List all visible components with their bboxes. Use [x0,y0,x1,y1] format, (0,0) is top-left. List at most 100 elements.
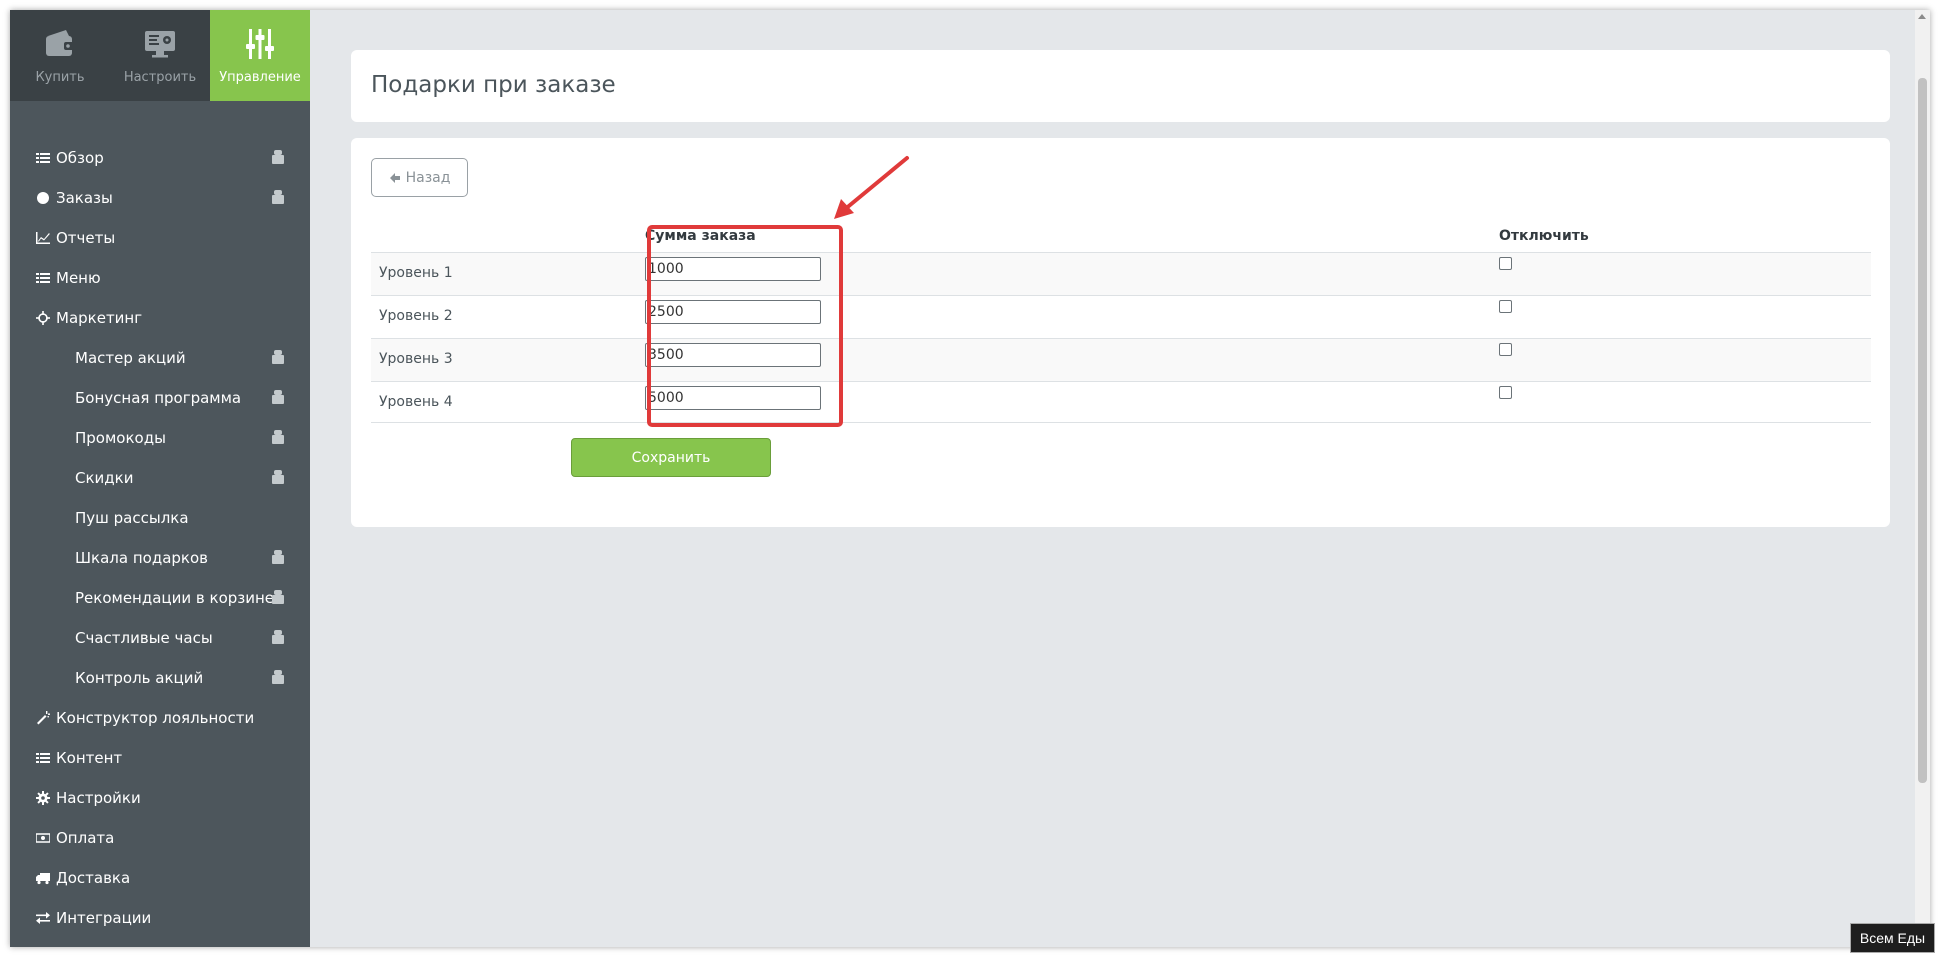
annotation-arrow-icon [834,156,909,219]
lock-icon [271,350,285,364]
sidebar-item-label: Меню [56,269,101,287]
sidebar-item-label: Шкала подарков [75,549,208,567]
lock-icon [271,670,285,684]
sliders-icon [240,24,280,64]
sidebar-item-label: Промокоды [75,429,166,447]
sidebar-item-bonus-program[interactable]: Бонусная программа [10,378,310,418]
level-label: Уровень 1 [379,265,453,281]
sidebar-item-menu[interactable]: Меню [10,258,310,298]
sidebar-item-label: Мастер акций [75,349,186,367]
sidebar-item-reports[interactable]: Отчеты [10,218,310,258]
sidebar-item-promo-control[interactable]: Контроль акций [10,658,310,698]
page-title: Подарки при заказе [371,72,616,98]
scrollbar-thumb[interactable] [1918,78,1927,783]
table-row: Уровень 3 [371,338,1871,381]
money-icon [35,830,51,846]
title-card: Подарки при заказе [351,50,1890,122]
truck-icon [35,870,51,886]
arrow-left-icon [389,172,400,183]
sidebar-item-label: Счастливые часы [75,629,213,647]
tab-configure[interactable]: Настроить [110,10,210,101]
sidebar-item-orders[interactable]: Заказы [10,178,310,218]
sidebar-item-label: Конструктор лояльности [56,709,255,727]
sidebar-item-settings[interactable]: Настройки [10,778,310,818]
sidebar-item-label: Интеграции [56,909,152,927]
sidebar-item-loyalty-builder[interactable]: Конструктор лояльности [10,698,310,738]
sidebar-item-gift-scale[interactable]: Шкала подарков [10,538,310,578]
sidebar-item-promocodes[interactable]: Промокоды [10,418,310,458]
sidebar-item-happy-hours[interactable]: Счастливые часы [10,618,310,658]
monitor-gear-icon [140,24,180,64]
lock-icon [271,590,285,604]
sidebar-item-marketing[interactable]: Маркетинг [10,298,310,338]
lock-icon [271,630,285,644]
sidebar-item-label: Контроль акций [75,669,204,687]
column-header-disable: Отключить [1499,228,1589,244]
sidebar-item-label: Скидки [75,469,134,487]
tab-configure-label: Настроить [123,70,197,85]
gifts-card: Назад Сумма заказа Отключить Уровень 1 У… [351,138,1890,527]
tab-manage[interactable]: Управление [210,10,310,101]
level-4-disable-checkbox[interactable] [1499,386,1512,399]
scroll-up-icon[interactable] [1918,14,1926,19]
sidebar-item-label: Контент [56,749,123,767]
back-button[interactable]: Назад [371,158,468,197]
sidebar-item-delivery[interactable]: Доставка [10,858,310,898]
sidebar-item-label: Обзор [56,149,104,167]
annotation-highlight-box [647,225,843,427]
back-button-label: Назад [405,169,451,186]
sidebar: Купить Настроить Управление Обзор Заказы… [10,10,310,947]
level-label: Уровень 2 [379,308,453,324]
lock-icon [271,470,285,484]
lock-icon [271,390,285,404]
magic-wand-icon [35,710,51,726]
tab-manage-label: Управление [219,70,301,85]
tab-buy-label: Купить [35,70,85,85]
circle-icon [35,190,51,206]
sidebar-item-promo-master[interactable]: Мастер акций [10,338,310,378]
sidebar-item-label: Отчеты [56,229,116,247]
lock-icon [271,150,285,164]
sidebar-item-discounts[interactable]: Скидки [10,458,310,498]
sidebar-item-cart-recommendations[interactable]: Рекомендации в корзине [10,578,310,618]
list-icon [35,750,51,766]
lock-icon [271,190,285,204]
crosshair-icon [35,310,51,326]
table-row: Уровень 1 [371,252,1871,295]
sidebar-item-overview[interactable]: Обзор [10,138,310,178]
level-label: Уровень 4 [379,394,453,410]
sidebar-menu: Обзор Заказы Отчеты Меню Маркетинг Масте… [10,138,310,938]
sidebar-item-integrations[interactable]: Интеграции [10,898,310,938]
lock-icon [271,430,285,444]
top-tabs: Купить Настроить Управление [10,10,310,101]
tab-buy[interactable]: Купить [10,10,110,101]
sidebar-item-payment[interactable]: Оплата [10,818,310,858]
chart-line-icon [35,230,51,246]
sidebar-item-label: Бонусная программа [75,389,242,407]
sidebar-item-label: Оплата [56,829,115,847]
exchange-icon [35,910,51,926]
tooltip: Всем Еды [1850,923,1935,953]
table-row: Уровень 4 [371,381,1871,424]
sidebar-item-label: Маркетинг [56,309,143,327]
vertical-scrollbar[interactable] [1915,10,1930,947]
wallet-icon [40,24,80,64]
level-3-disable-checkbox[interactable] [1499,343,1512,356]
lock-icon [271,550,285,564]
level-1-disable-checkbox[interactable] [1499,257,1512,270]
table-row: Уровень 2 [371,295,1871,338]
list-icon [35,270,51,286]
sidebar-item-label: Доставка [56,869,131,887]
app-window: Купить Настроить Управление Обзор Заказы… [10,10,1930,947]
sidebar-item-label: Заказы [56,189,113,207]
table-bottom-border [371,422,1871,423]
sidebar-item-content[interactable]: Контент [10,738,310,778]
sidebar-item-push[interactable]: Пуш рассылка [10,498,310,538]
gear-icon [35,790,51,806]
list-icon [35,150,51,166]
sidebar-item-label: Настройки [56,789,141,807]
sidebar-item-label: Рекомендации в корзине [75,589,275,607]
level-label: Уровень 3 [379,351,453,367]
save-button[interactable]: Сохранить [571,438,771,477]
level-2-disable-checkbox[interactable] [1499,300,1512,313]
